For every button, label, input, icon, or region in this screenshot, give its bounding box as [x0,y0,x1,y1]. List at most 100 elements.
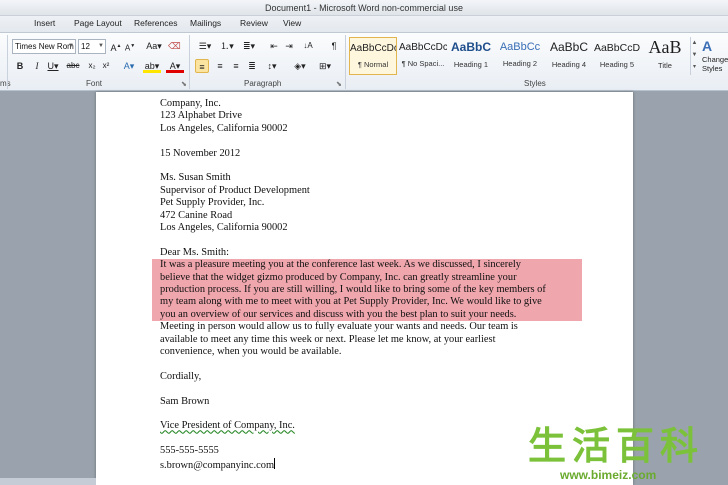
font-color-icon[interactable]: A▾ [166,59,184,73]
strikethrough-icon[interactable]: abc [66,59,80,73]
style-heading-4[interactable]: AaBbC Heading 4 [545,37,593,75]
doc-line: 472 Canine Road [160,209,233,221]
doc-line: believe that the widget gizmo produced b… [160,271,517,283]
window-title: Document1 - Microsoft Word non-commercia… [265,3,463,13]
bold-icon[interactable]: B [14,59,26,73]
status-bar [0,478,96,485]
font-dialog-launcher-icon[interactable]: ⬊ [181,80,187,88]
watermark: 生活百科 www.bimeiz.com [528,424,728,485]
group-separator [7,35,8,89]
show-formatting-icon[interactable]: ¶ [328,39,340,53]
font-size-value: 12 [81,42,90,51]
doc-line: Pet Supply Provider, Inc. [160,197,265,209]
paragraph-dialog-launcher-icon[interactable]: ⬊ [336,80,342,88]
title-bar: Document1 - Microsoft Word non-commercia… [0,0,728,16]
tab-mailings[interactable]: Mailings [190,18,221,28]
font-name-value: Times New Rom [15,42,74,51]
numbering-icon[interactable]: ⒈▾ [218,39,236,53]
text-effects-icon[interactable]: A▾ [120,59,138,73]
prev-group-label: ms [0,79,11,88]
tab-review[interactable]: Review [240,18,268,28]
chevron-down-icon: ▼ [98,43,104,49]
style-name: Title [658,61,672,70]
watermark-url: www.bimeiz.com [560,468,657,482]
text-cursor [274,457,276,469]
doc-line: my team along with me to meet with you a… [160,296,542,308]
increase-indent-icon[interactable]: ⇥ [283,39,295,53]
style-name: Heading 1 [453,60,489,69]
highlighted-paragraph: It was a pleasure meeting you at the con… [152,259,582,322]
change-case-icon[interactable]: Aa▾ [146,39,162,53]
decrease-indent-icon[interactable]: ⇤ [268,39,280,53]
doc-line: you an overview of our services and disc… [160,308,517,320]
style-name: Heading 5 [599,60,635,69]
underline-icon[interactable]: U▾ [46,59,60,73]
style-preview: AaBbC [549,40,589,54]
multilevel-list-icon[interactable]: ≣▾ [240,39,258,53]
align-right-icon[interactable]: ≡ [229,59,243,73]
tab-insert[interactable]: Insert [34,18,55,28]
superscript-icon[interactable]: x² [100,59,112,73]
style-name: Heading 4 [551,60,587,69]
italic-icon[interactable]: I [31,59,43,73]
style-heading-2[interactable]: AaBbCc Heading 2 [496,37,544,75]
tab-view[interactable]: View [283,18,301,28]
group-separator [345,35,346,89]
shading-icon[interactable]: ◈▾ [291,59,309,73]
styles-group-label: Styles [524,79,546,88]
doc-line: convenience, when you would be available… [160,346,342,358]
doc-line: It was a pleasure meeting you at the con… [160,259,521,271]
subscript-icon[interactable]: x₂ [86,59,98,73]
style-title[interactable]: AaB Title [642,37,688,75]
sort-icon[interactable]: ↓A [302,39,314,53]
doc-line: 15 November 2012 [160,147,241,159]
bullets-icon[interactable]: ☰▾ [196,39,214,53]
style-heading-1[interactable]: AaBbC Heading 1 [447,37,495,75]
font-size-combo[interactable]: 12 ▼ [78,39,106,54]
style-heading-5[interactable]: AaBbCcD Heading 5 [593,37,641,75]
style-name: Heading 2 [502,59,538,68]
line-spacing-icon[interactable]: ↕▾ [263,59,281,73]
letter-body[interactable]: Company, Inc. 123 Alphabet Drive Los Ang… [152,98,582,472]
style-preview: AaBbC [450,40,491,54]
align-left-icon[interactable]: ≡ [195,59,209,73]
ribbon-tabs: Insert Page Layout References Mailings R… [0,16,728,33]
paragraph-group-label: Paragraph [244,79,282,88]
highlight-color-icon[interactable]: ab▾ [143,59,161,73]
doc-line: Dear Ms. Smith: [160,246,229,258]
change-styles-label: Change Styles [702,55,728,73]
font-name-combo[interactable]: Times New Rom ▼ [12,39,76,54]
chevron-down-icon: ▼ [68,43,74,49]
justify-icon[interactable]: ≣ [245,59,259,73]
styles-scroll[interactable]: ▲ ▼ ▾ [690,37,698,75]
doc-line: 123 Alphabet Drive [160,110,242,122]
doc-line: Cordially, [160,370,202,382]
doc-line: Meeting in person would allow us to full… [160,321,518,333]
doc-line: Los Angeles, California 90002 [160,222,288,234]
change-styles-icon: A [702,38,713,54]
shrink-font-icon[interactable]: A▼ [124,39,136,53]
borders-icon[interactable]: ⊞▾ [316,59,334,73]
tab-references[interactable]: References [134,18,177,28]
doc-line: production process. If you are still wil… [160,284,546,296]
doc-line: Sam Brown [160,395,210,407]
tab-page-layout[interactable]: Page Layout [74,18,122,28]
font-group-label: Font [86,79,103,88]
signature-title: Vice President of Company, Inc. [160,420,295,432]
doc-line: available to meet any time this week or … [160,333,496,345]
clear-formatting-icon[interactable]: ⌫ [168,39,181,53]
style-normal[interactable]: AaBbCcDc ¶ Normal [349,37,397,75]
email-line: s.brown@companyinc.com [160,459,275,471]
change-styles-button[interactable]: A Change Styles [702,37,728,81]
align-center-icon[interactable]: ≡ [213,59,227,73]
style-no-spacing[interactable]: AaBbCcDc ¶ No Spaci... [399,37,447,75]
style-name: ¶ No Spaci... [401,59,445,68]
grow-font-icon[interactable]: A▲ [110,39,122,53]
style-preview: AaBbCcDc [350,43,396,54]
style-preview: AaBbCcD [593,42,641,54]
